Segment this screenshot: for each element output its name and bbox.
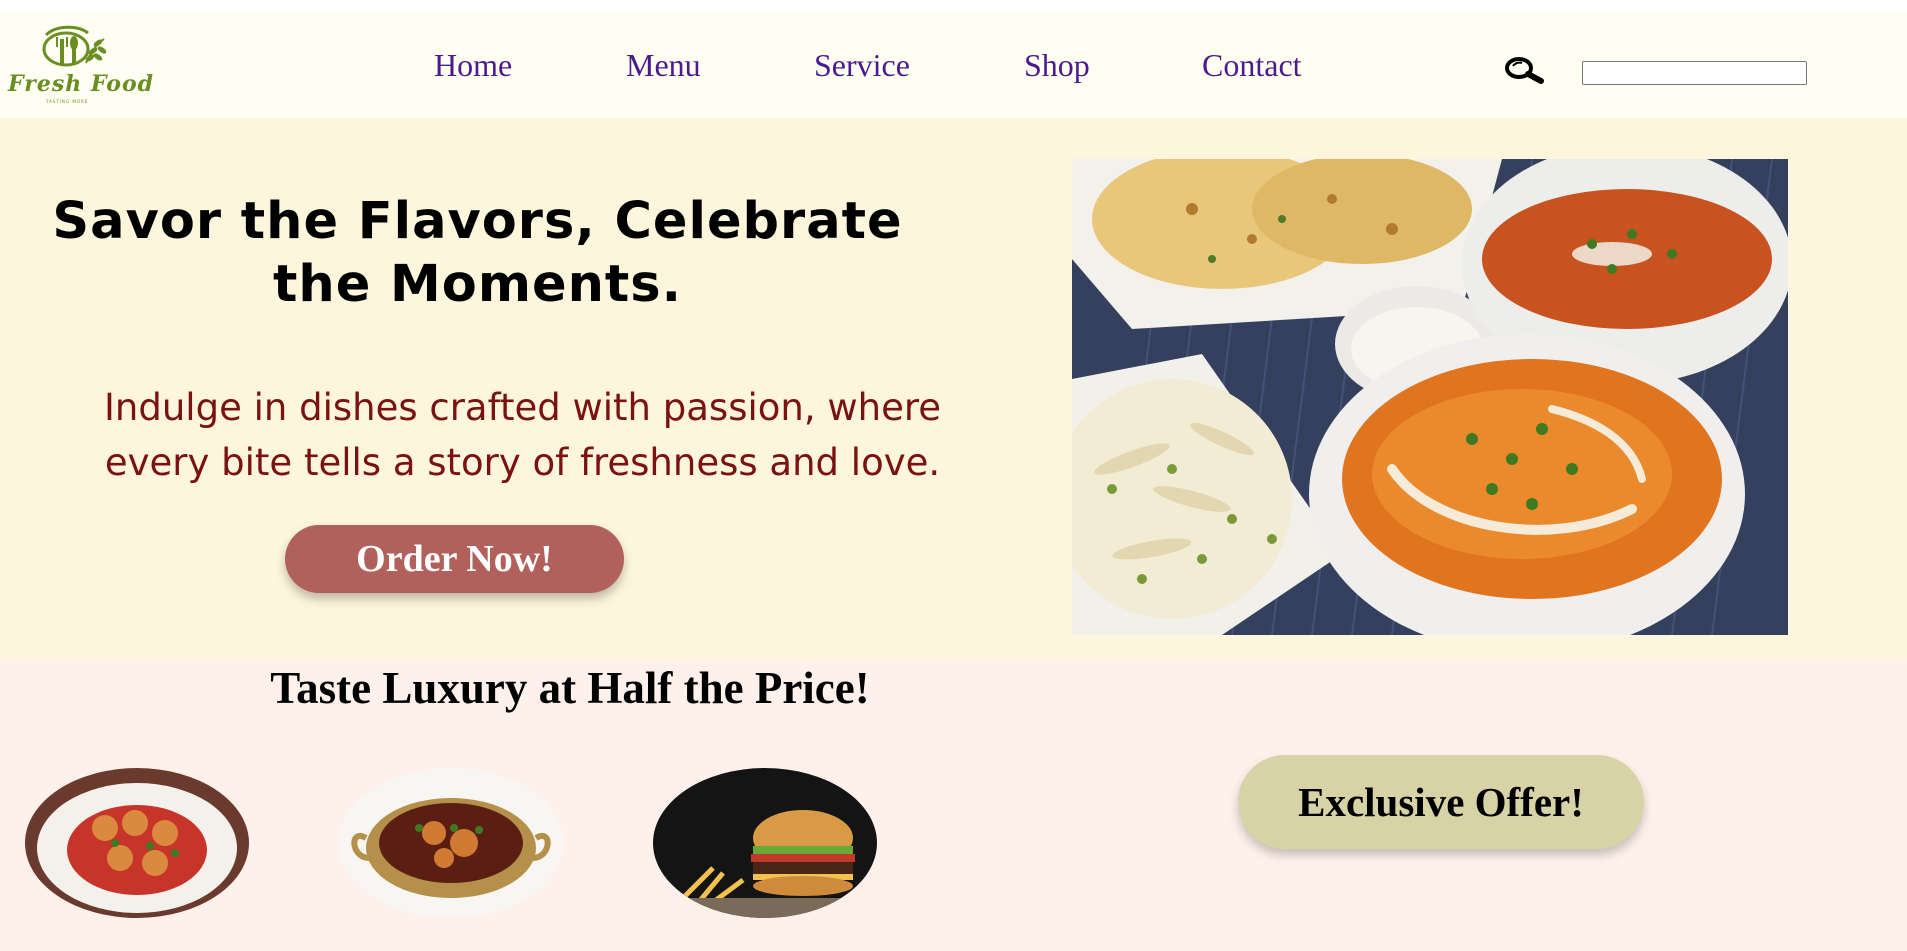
- search-input[interactable]: [1582, 61, 1807, 85]
- nav-service[interactable]: Service: [814, 47, 910, 84]
- logo-text: Fresh Food: [8, 71, 155, 97]
- hero-section: Savor the Flavors, Celebrate the Moments…: [0, 118, 1907, 660]
- top-strip: [0, 0, 1907, 11]
- order-now-button[interactable]: Order Now!: [285, 525, 624, 593]
- hero-title: Savor the Flavors, Celebrate the Moments…: [52, 192, 903, 314]
- brand-logo[interactable]: Fresh Food TASTING MORE: [8, 23, 155, 109]
- hero-food-image: [1072, 159, 1788, 635]
- indian-curry-platter-photo-icon: [1072, 159, 1788, 635]
- meatball-dish-photo-icon: [25, 768, 249, 918]
- promo-section: Taste Luxury at Half the Price! Exclusiv…: [0, 660, 1907, 951]
- dish-image-1[interactable]: [25, 768, 249, 918]
- site-header: Fresh Food TASTING MORE Home Menu Servic…: [0, 11, 1907, 118]
- nav-contact[interactable]: Contact: [1202, 47, 1302, 84]
- logo-tagline: TASTING MORE: [46, 99, 89, 104]
- promo-title: Taste Luxury at Half the Price!: [270, 663, 870, 713]
- burger-fries-photo-icon: [653, 768, 877, 918]
- curry-bowl-photo-icon: [339, 768, 563, 918]
- dish-image-3[interactable]: [653, 768, 877, 918]
- fork-spoon-leaf-logo-icon: [42, 25, 107, 67]
- exclusive-offer-button[interactable]: Exclusive Offer!: [1238, 755, 1644, 849]
- nav-home[interactable]: Home: [434, 47, 512, 84]
- nav-shop[interactable]: Shop: [1024, 47, 1090, 84]
- nav-menu[interactable]: Menu: [626, 47, 701, 84]
- dish-image-2[interactable]: [339, 768, 563, 918]
- hero-subtitle: Indulge in dishes crafted with passion, …: [104, 386, 941, 484]
- search-icon[interactable]: [1503, 54, 1547, 88]
